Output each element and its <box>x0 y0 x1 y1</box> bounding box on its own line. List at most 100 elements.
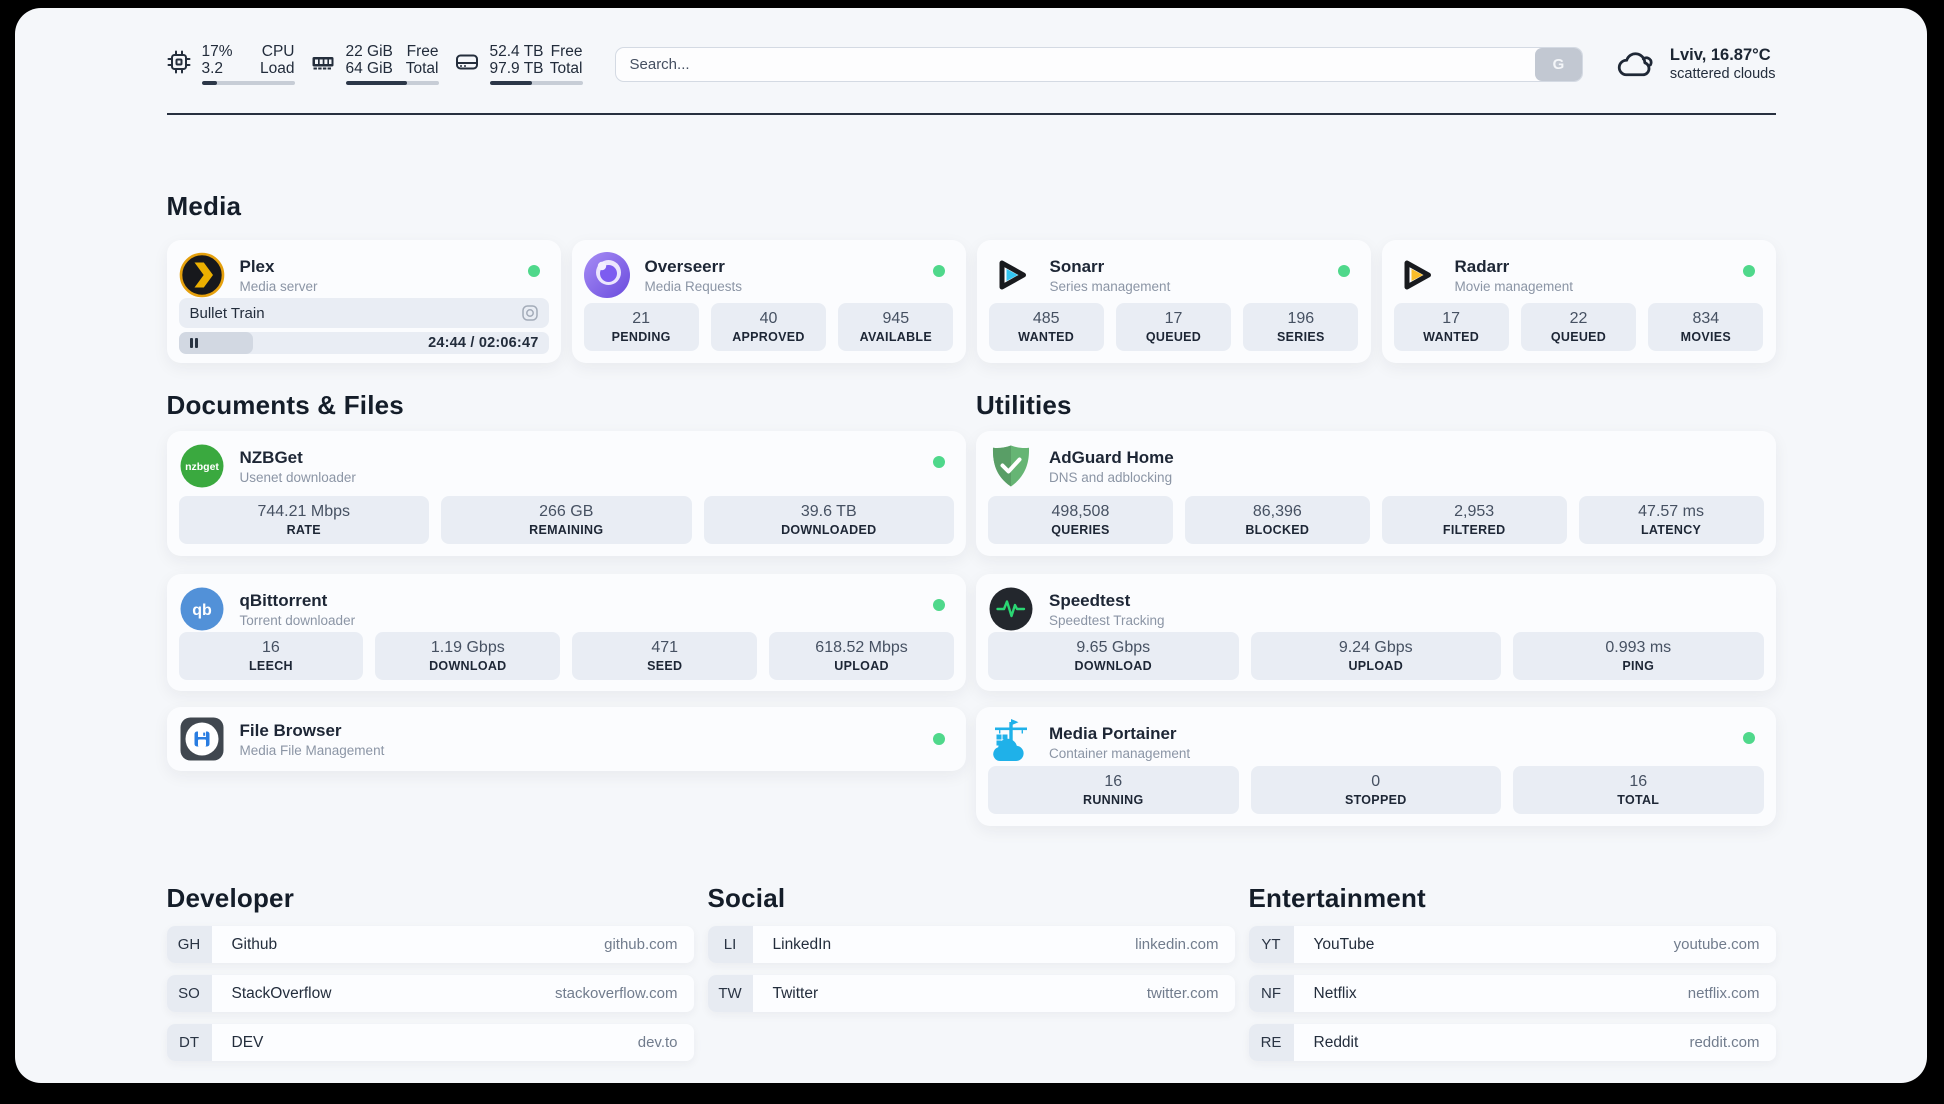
plex-icon <box>179 252 224 298</box>
service-title: Media Portainer <box>1049 723 1177 743</box>
link-name: Netflix <box>1313 984 1357 1002</box>
link-row-netflix[interactable]: NF Netflix netflix.com <box>1248 975 1776 1012</box>
stat-box: 17 QUEUED <box>1115 303 1232 351</box>
filebrowser-icon <box>180 717 223 761</box>
stat-box: 9.24 Gbps UPLOAD <box>1250 632 1501 680</box>
sonarr-card[interactable]: Sonarr Series management 485 WANTED 17 QUE… <box>976 240 1371 363</box>
social-links: Social LI LinkedIn linkedin.com TW Twitt… <box>707 883 1235 1024</box>
service-subtitle: Movie management <box>1454 278 1574 294</box>
stat-box: 9.65 Gbps DOWNLOAD <box>988 632 1239 680</box>
service-subtitle: Media Requests <box>644 278 743 294</box>
speedtest-card[interactable]: Speedtest Speedtest Tracking 9.65 Gbps DO… <box>976 574 1776 691</box>
weather-location-temp: Lviv, 16.87°C <box>1669 46 1771 64</box>
service-title: Speedtest <box>1049 590 1131 610</box>
overseerr-card[interactable]: Overseerr Media Requests 21 PENDING 40 APP… <box>571 240 966 363</box>
sonarr-icon <box>999 260 1026 290</box>
search-engine-button[interactable]: G <box>1534 47 1582 81</box>
media-card-grid: Plex Media server Bullet Train 24:44 / 0… <box>166 240 1776 363</box>
stat-box: 196 SERIES <box>1243 303 1359 351</box>
stat-box: 471 SEED <box>572 632 758 680</box>
stat-box: 2,953 FILTERED <box>1381 496 1567 544</box>
link-row-github[interactable]: GH Github github.com <box>166 926 694 963</box>
service-subtitle: Torrent downloader <box>239 612 356 628</box>
disk-label-top: Free <box>550 43 583 60</box>
link-row-stackoverflow[interactable]: SO StackOverflow stackoverflow.com <box>166 975 694 1012</box>
stat-box: 39.6 TB DOWNLOADED <box>703 496 954 544</box>
plex-card[interactable]: Plex Media server Bullet Train 24:44 / 0… <box>166 240 561 363</box>
service-subtitle: Usenet downloader <box>239 469 356 485</box>
system-stats: 17% CPU 3.2 Load 22 GiB Free 64 GiB Total <box>167 43 583 85</box>
overseerr-icon <box>583 252 630 298</box>
link-url: stackoverflow.com <box>554 985 678 1002</box>
memory-icon <box>312 57 333 70</box>
link-row-reddit[interactable]: RE Reddit reddit.com <box>1248 1024 1776 1061</box>
status-dot <box>933 599 945 611</box>
portainer-card[interactable]: Media Portainer Container management 16 R… <box>976 707 1776 826</box>
developer-links: Developer GH Github github.com SO StackO… <box>166 883 694 1073</box>
entertainment-links: Entertainment YT YouTube youtube.com NF … <box>1248 883 1776 1073</box>
link-row-dev[interactable]: DT DEV dev.to <box>166 1024 694 1061</box>
status-dot <box>1337 265 1350 277</box>
qbittorrent-icon: qb <box>180 587 223 631</box>
memory-label-bottom: Total <box>405 60 439 77</box>
service-subtitle: Container management <box>1049 745 1191 761</box>
stat-box: 834 MOVIES <box>1648 303 1764 351</box>
link-row-youtube[interactable]: YT YouTube youtube.com <box>1248 926 1776 963</box>
link-url: github.com <box>604 936 678 953</box>
stat-box: 86,396 BLOCKED <box>1184 496 1370 544</box>
section-title-social: Social <box>707 883 786 913</box>
nzbget-icon: nzbget <box>180 444 223 488</box>
stat-box: 16 RUNNING <box>988 766 1239 814</box>
service-title: Overseerr <box>644 256 725 276</box>
link-abbr: NF <box>1248 975 1294 1012</box>
utilities-column: Utilities AdGuard Home DNS and adblockin… <box>976 390 1776 826</box>
link-abbr: LI <box>707 926 753 963</box>
service-title: File Browser <box>239 720 342 740</box>
memory-total-value: 64 GiB <box>345 60 393 77</box>
dashboard-panel: 17% CPU 3.2 Load 22 GiB Free 64 GiB Total <box>15 8 1927 1083</box>
link-name: Twitter <box>772 984 819 1002</box>
weather-condition: scattered clouds <box>1669 66 1776 82</box>
service-title: Sonarr <box>1049 256 1105 276</box>
link-url: youtube.com <box>1673 936 1760 953</box>
section-title-documents: Documents & Files <box>166 390 404 420</box>
nzbget-card[interactable]: nzbget NZBGet Usenet downloader 744.21 M… <box>166 431 966 556</box>
filebrowser-card[interactable]: File Browser Media File Management <box>166 707 966 771</box>
status-dot <box>1742 732 1755 744</box>
session-device-icon <box>521 305 538 321</box>
stat-box: 16 LEECH <box>178 632 364 680</box>
link-name: DEV <box>231 1033 264 1051</box>
section-title-media: Media <box>166 191 242 221</box>
qbittorrent-card[interactable]: qb qBittorrent Torrent downloader 16 LEEC… <box>166 574 966 691</box>
stat-box: 485 WANTED <box>988 303 1104 351</box>
link-row-twitter[interactable]: TW Twitter twitter.com <box>707 975 1235 1012</box>
link-url: dev.to <box>637 1034 678 1051</box>
link-name: Reddit <box>1313 1033 1359 1051</box>
service-title: NZBGet <box>239 447 303 467</box>
link-abbr: DT <box>166 1024 212 1061</box>
stat-box: 47.57 ms LATENCY <box>1578 496 1764 544</box>
now-playing-row: Bullet Train <box>178 298 549 328</box>
stat-box: 498,508 QUERIES <box>988 496 1173 544</box>
link-row-linkedin[interactable]: LI LinkedIn linkedin.com <box>707 926 1235 963</box>
cpu-usage-value: 17% <box>201 43 233 60</box>
radarr-card[interactable]: Radarr Movie management 17 WANTED 22 QUEUE… <box>1381 240 1776 363</box>
stat-box: 0 STOPPED <box>1250 766 1501 814</box>
link-abbr: RE <box>1248 1024 1294 1061</box>
link-abbr: TW <box>707 975 753 1012</box>
service-title: Plex <box>239 256 275 276</box>
documents-column: Documents & Files nzbget NZBGet Usenet d… <box>166 390 966 771</box>
disk-total-value: 97.9 TB <box>489 60 544 77</box>
svg-text:qb: qb <box>192 602 212 619</box>
playback-progress: 24:44 / 02:06:47 <box>178 332 549 354</box>
stat-box: 0.993 ms PING <box>1513 632 1764 680</box>
link-name: YouTube <box>1313 935 1375 953</box>
service-subtitle: Media File Management <box>239 742 385 758</box>
search-input[interactable] <box>615 47 1535 81</box>
status-dot <box>527 265 540 277</box>
adguard-card[interactable]: AdGuard Home DNS and adblocking 498,508 Q… <box>976 431 1776 556</box>
cpu-label-bottom: Load <box>260 60 295 77</box>
section-title-entertainment: Entertainment <box>1248 883 1426 913</box>
stat-box: 618.52 Mbps UPLOAD <box>769 632 954 680</box>
status-dot <box>1742 265 1755 277</box>
